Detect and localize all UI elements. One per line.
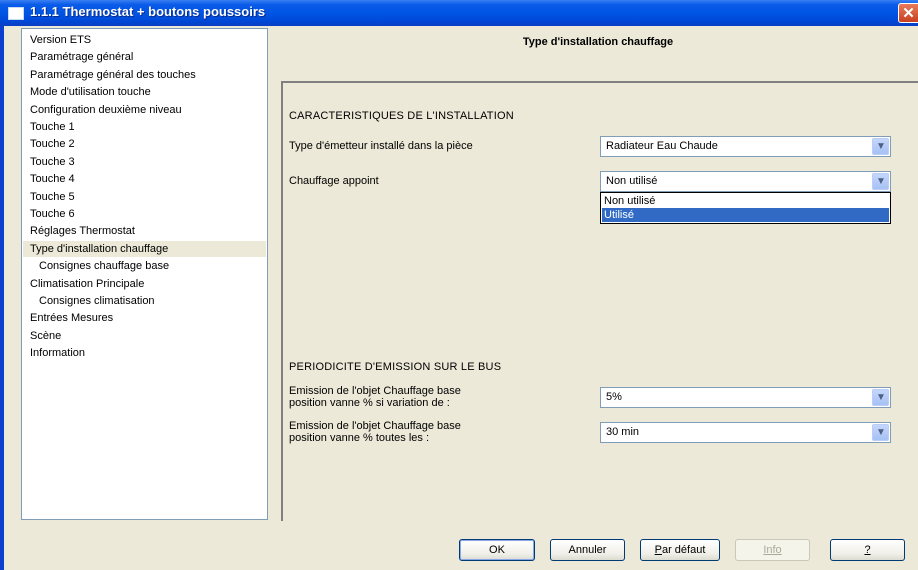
window-icon	[8, 7, 24, 20]
tree-item[interactable]: Mode d'utilisation touche	[30, 84, 151, 100]
period-value: 30 min	[606, 426, 640, 438]
chevron-down-icon: ▼	[876, 427, 886, 438]
chevron-down-icon: ▼	[876, 176, 886, 187]
period-dropdown-button[interactable]: ▼	[872, 424, 889, 441]
info-button: Info	[735, 539, 810, 561]
page-title: Type d'installation chauffage	[522, 36, 674, 48]
section-heading-periodicite: PERIODICITE D'EMISSION SUR LE BUS	[289, 361, 502, 373]
tree-item[interactable]: Version ETS	[30, 32, 91, 48]
period-select[interactable]: 30 min ▼	[600, 422, 891, 443]
tree-item[interactable]: Paramétrage général des touches	[30, 67, 196, 83]
tree-item[interactable]: Touche 1	[30, 119, 75, 135]
tree-item[interactable]: Consignes chauffage base	[39, 258, 169, 274]
appoint-option-utilise[interactable]: Utilisé	[602, 208, 889, 222]
tree-item[interactable]: Touche 2	[30, 136, 75, 152]
emitter-type-dropdown-button[interactable]: ▼	[872, 138, 889, 155]
close-button[interactable]: ✕	[898, 3, 918, 23]
chevron-down-icon: ▼	[876, 392, 886, 403]
help-button[interactable]: ?	[830, 539, 905, 561]
ok-button[interactable]: OK	[459, 539, 535, 561]
variation-label-line2: position vanne % si variation de :	[289, 397, 450, 409]
help-button-label: ?	[864, 544, 871, 556]
appoint-dropdown-button[interactable]: ▼	[872, 173, 889, 190]
tree-item[interactable]: Type d'installation chauffage	[23, 240, 266, 257]
emitter-type-label: Type d'émetteur installé dans la pièce	[289, 140, 473, 152]
tree-item[interactable]: Réglages Thermostat	[30, 223, 135, 239]
tree-item[interactable]: Configuration deuxième niveau	[30, 102, 182, 118]
parameter-tree[interactable]: Version ETS Paramétrage général Paramétrag…	[21, 28, 268, 520]
dialog-window: 1.1.1 Thermostat + boutons poussoirs ✕ V…	[0, 0, 918, 570]
tree-item[interactable]: Touche 5	[30, 189, 75, 205]
default-button[interactable]: Par défaut	[640, 539, 720, 561]
default-button-mnemonic: P	[654, 544, 662, 556]
tree-item[interactable]: Consignes climatisation	[39, 293, 155, 309]
appoint-label: Chauffage appoint	[289, 175, 379, 187]
variation-value: 5%	[606, 391, 622, 403]
appoint-dropdown-list[interactable]: Non utilisé Utilisé	[600, 192, 891, 224]
tree-item[interactable]: Paramétrage général	[30, 49, 133, 65]
title-bar[interactable]: 1.1.1 Thermostat + boutons poussoirs ✕	[0, 0, 918, 26]
period-label-line2: position vanne % toutes les :	[289, 432, 430, 444]
panel-header: Type d'installation chauffage	[278, 28, 918, 64]
tree-item[interactable]: Touche 3	[30, 154, 75, 170]
section-heading-installation: CARACTERISTIQUES DE L'INSTALLATION	[289, 110, 514, 122]
tree-item[interactable]: Information	[30, 345, 85, 361]
tree-item[interactable]: Touche 6	[30, 206, 75, 222]
appoint-value: Non utilisé	[606, 175, 658, 187]
info-button-label: Info	[763, 544, 782, 556]
tree-item[interactable]: Touche 4	[30, 171, 75, 187]
default-button-label: ar défaut	[661, 544, 706, 556]
tree-item[interactable]: Scène	[30, 328, 61, 344]
variation-dropdown-button[interactable]: ▼	[872, 389, 889, 406]
appoint-option-non-utilise[interactable]: Non utilisé	[602, 194, 889, 208]
chevron-down-icon: ▼	[876, 141, 886, 152]
cancel-button[interactable]: Annuler	[550, 539, 625, 561]
appoint-select[interactable]: Non utilisé ▼	[600, 171, 891, 192]
tree-item[interactable]: Climatisation Principale	[30, 276, 144, 292]
window-title: 1.1.1 Thermostat + boutons poussoirs	[30, 4, 266, 19]
tree-item[interactable]: Entrées Mesures	[30, 310, 113, 326]
emitter-type-select[interactable]: Radiateur Eau Chaude ▼	[600, 136, 891, 157]
emitter-type-value: Radiateur Eau Chaude	[606, 140, 718, 152]
variation-select[interactable]: 5% ▼	[600, 387, 891, 408]
